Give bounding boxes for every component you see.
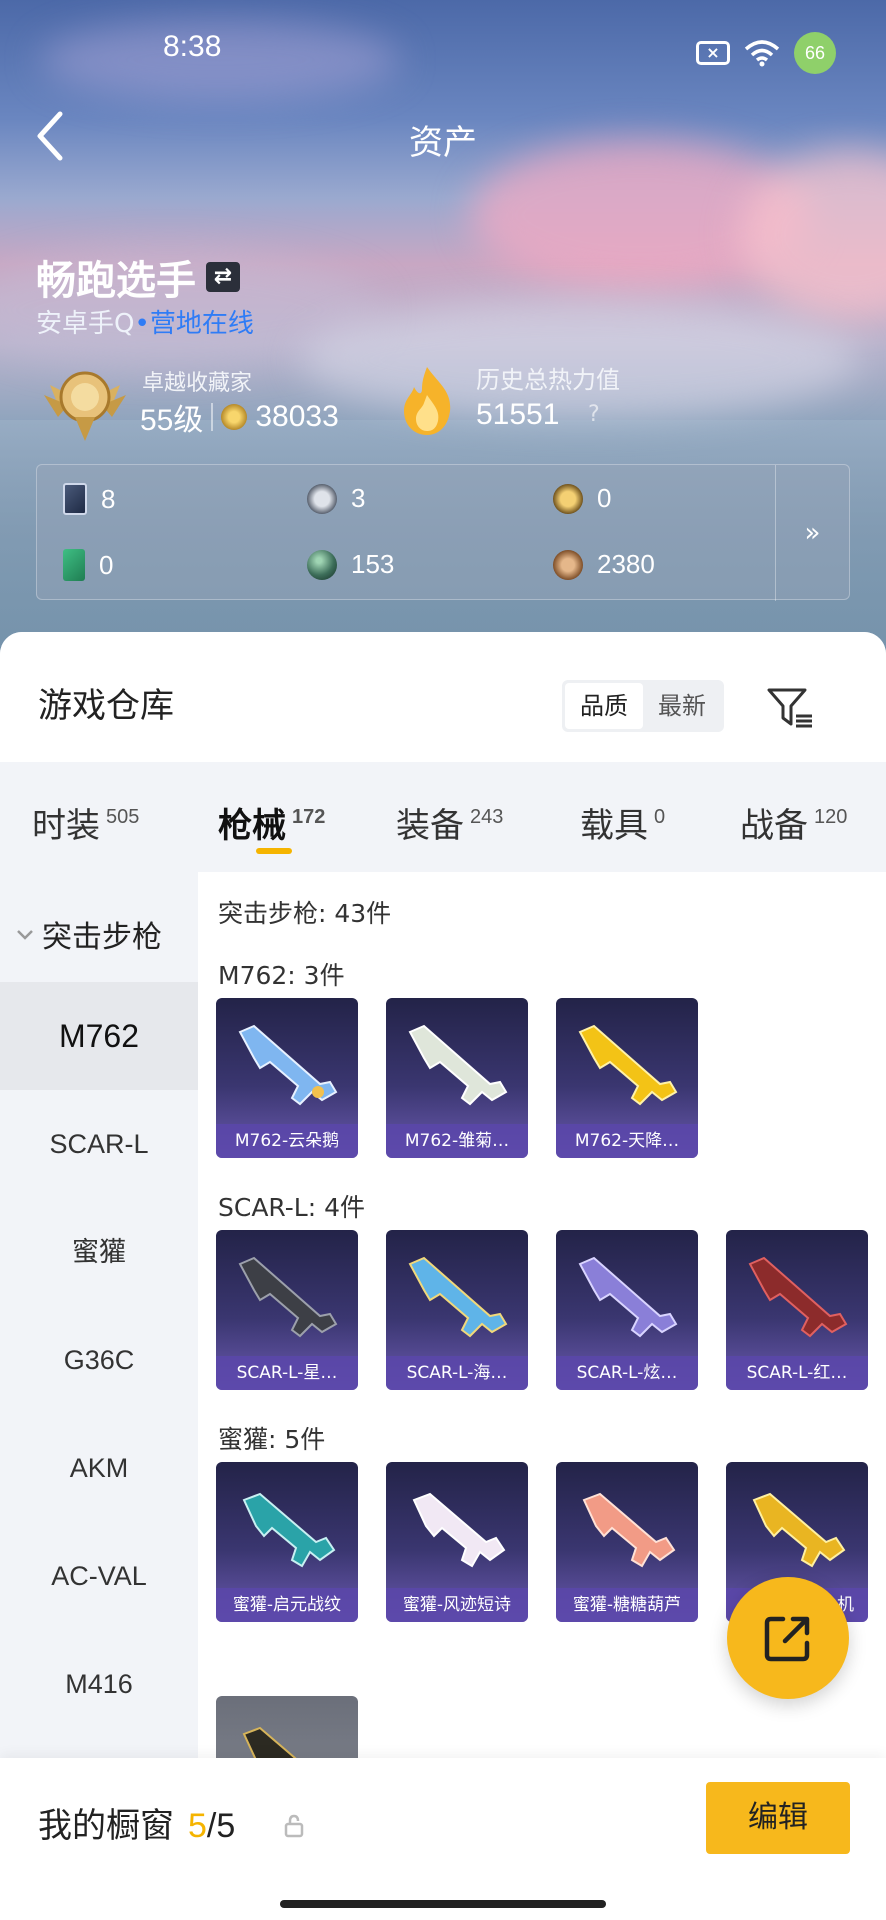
share-icon xyxy=(764,1616,810,1662)
stat-bronze-coin: 2380 xyxy=(553,549,655,580)
section-total-label: 突击步枪: 43件 xyxy=(218,899,392,928)
sort-latest-option[interactable]: 最新 xyxy=(643,683,721,729)
weapon-tile[interactable]: 蜜獾-风迹短诗 xyxy=(386,1462,528,1622)
rifle-skin-icon xyxy=(238,1024,338,1106)
status-time: 8:38 xyxy=(163,30,222,63)
rank-level-row: 55级 38033 xyxy=(140,395,339,439)
warehouse-card: 游戏仓库 品质 最新 时装 505 枪械 172 装备 243 载具 0 战备 120 突… xyxy=(0,632,886,1920)
a-coin-icon xyxy=(553,483,583,514)
sidebar-item-m762[interactable]: M762 xyxy=(0,982,198,1090)
ticket-icon xyxy=(63,549,85,581)
rifle-skin-icon xyxy=(412,1492,506,1568)
sidebar-item-m416[interactable]: M416 xyxy=(0,1630,198,1738)
collector-medal-icon xyxy=(44,371,126,441)
weapon-tile[interactable]: M762-天降… xyxy=(556,998,698,1158)
category-tabs: 时装 505 枪械 172 装备 243 载具 0 战备 120 xyxy=(0,762,886,872)
stat-s-coin: 3 xyxy=(307,483,365,514)
weapon-tile[interactable]: SCAR-L-红… xyxy=(726,1230,868,1390)
swap-account-icon[interactable]: ⇄ xyxy=(206,262,240,292)
coin-icon xyxy=(221,404,248,430)
rank-level: 55级 xyxy=(140,404,204,437)
heat-value: 51551 xyxy=(476,398,560,431)
tab-guns[interactable]: 枪械 172 xyxy=(218,798,325,847)
rank-title: 卓越收藏家 xyxy=(142,371,253,396)
player-name-text: 畅跑选手 xyxy=(36,258,196,304)
profile-hero: 8:38 × 66 资产 畅跑选手 ⇄ 安卓手Q•营地在线 卓越收藏家 55级 … xyxy=(0,0,886,660)
category-assault-rifle[interactable]: 突击步枪 xyxy=(14,912,162,956)
page-title: 资产 xyxy=(409,123,477,163)
tab-equipment[interactable]: 装备 243 xyxy=(396,798,503,847)
heat-flame-icon xyxy=(404,367,451,435)
orb-icon xyxy=(307,549,337,580)
showcase-label-row: 我的橱窗 5/5 xyxy=(38,1798,235,1847)
sort-quality-option[interactable]: 品质 xyxy=(565,683,643,729)
no-sim-icon: × xyxy=(696,41,730,65)
tab-fashion[interactable]: 时装 505 xyxy=(32,798,139,847)
lock-icon xyxy=(284,1814,304,1838)
bronze-coin-icon xyxy=(553,549,583,580)
tab-vehicles[interactable]: 载具 0 xyxy=(580,798,665,847)
rifle-skin-icon xyxy=(408,1256,508,1338)
sidebar-item-akm[interactable]: AKM xyxy=(0,1414,198,1522)
platform-label: 安卓手Q xyxy=(36,309,135,339)
stats-more-button[interactable]: » xyxy=(775,465,849,601)
asset-stats-panel[interactable]: 8 3 0 0 153 2380 » xyxy=(36,464,850,601)
section-m762-label: M762: 3件 xyxy=(218,961,345,990)
share-button[interactable] xyxy=(727,1577,849,1699)
rifle-skin-icon xyxy=(582,1492,676,1568)
weapon-tile[interactable]: 蜜獾-糖糖葫芦 xyxy=(556,1462,698,1622)
weapon-tile[interactable]: 蜜獾-启元战纹 xyxy=(216,1462,358,1622)
heat-title: 历史总热力值 xyxy=(476,366,620,394)
rifle-skin-icon xyxy=(748,1256,848,1338)
player-subline: 安卓手Q•营地在线 xyxy=(36,309,254,339)
rifle-skin-icon xyxy=(752,1492,846,1568)
weapon-tile[interactable]: SCAR-L-海… xyxy=(386,1230,528,1390)
rifle-skin-icon xyxy=(408,1024,508,1106)
sidebar-item-ac-val[interactable]: AC-VAL xyxy=(0,1522,198,1630)
weapon-tile[interactable]: SCAR-L-星… xyxy=(216,1230,358,1390)
showcase-count: 5/5 xyxy=(188,1807,236,1845)
section-honey-label: 蜜獾: 5件 xyxy=(218,1425,326,1454)
rifle-skin-icon xyxy=(578,1256,678,1338)
card-icon xyxy=(63,483,87,515)
battery-icon: 66 xyxy=(794,32,836,74)
help-icon[interactable]: ? xyxy=(588,402,600,427)
stat-orb: 153 xyxy=(307,549,394,580)
rifle-skin-icon xyxy=(242,1492,336,1568)
status-icons: × 66 xyxy=(696,32,836,74)
weapon-tile[interactable]: M762-云朵鹅 xyxy=(216,998,358,1158)
warehouse-title: 游戏仓库 xyxy=(38,686,174,726)
sidebar-item-honey-badger[interactable]: 蜜獾 xyxy=(0,1198,198,1306)
filter-icon[interactable] xyxy=(766,686,814,730)
stat-card: 8 xyxy=(63,483,115,515)
player-name: 畅跑选手 ⇄ xyxy=(36,248,240,306)
coin-count: 38033 xyxy=(255,400,339,433)
weapon-tile[interactable]: SCAR-L-炫… xyxy=(556,1230,698,1390)
sidebar-item-g36c[interactable]: G36C xyxy=(0,1306,198,1414)
s-coin-icon xyxy=(307,483,337,514)
section-scar-label: SCAR-L: 4件 xyxy=(218,1193,366,1222)
warehouse-header: 游戏仓库 品质 最新 xyxy=(0,632,886,762)
showcase-bar: 我的橱窗 5/5 编辑 xyxy=(0,1758,886,1920)
wifi-icon xyxy=(744,40,780,67)
showcase-label: 我的橱窗 xyxy=(38,1806,174,1846)
online-status: 营地在线 xyxy=(149,309,254,339)
rifle-skin-icon xyxy=(238,1256,338,1338)
sidebar-item-scar-l[interactable]: SCAR-L xyxy=(0,1090,198,1198)
active-tab-indicator xyxy=(256,848,292,854)
stat-a-coin: 0 xyxy=(553,483,611,514)
tab-gear[interactable]: 战备 120 xyxy=(740,798,847,847)
sort-toggle[interactable]: 品质 最新 xyxy=(562,680,724,732)
edit-button[interactable]: 编辑 xyxy=(706,1782,850,1854)
chevron-down-icon xyxy=(17,930,33,940)
home-indicator xyxy=(280,1900,606,1908)
rifle-skin-icon xyxy=(578,1024,678,1106)
stat-ticket: 0 xyxy=(63,549,113,581)
weapon-tile[interactable]: M762-雏菊… xyxy=(386,998,528,1158)
